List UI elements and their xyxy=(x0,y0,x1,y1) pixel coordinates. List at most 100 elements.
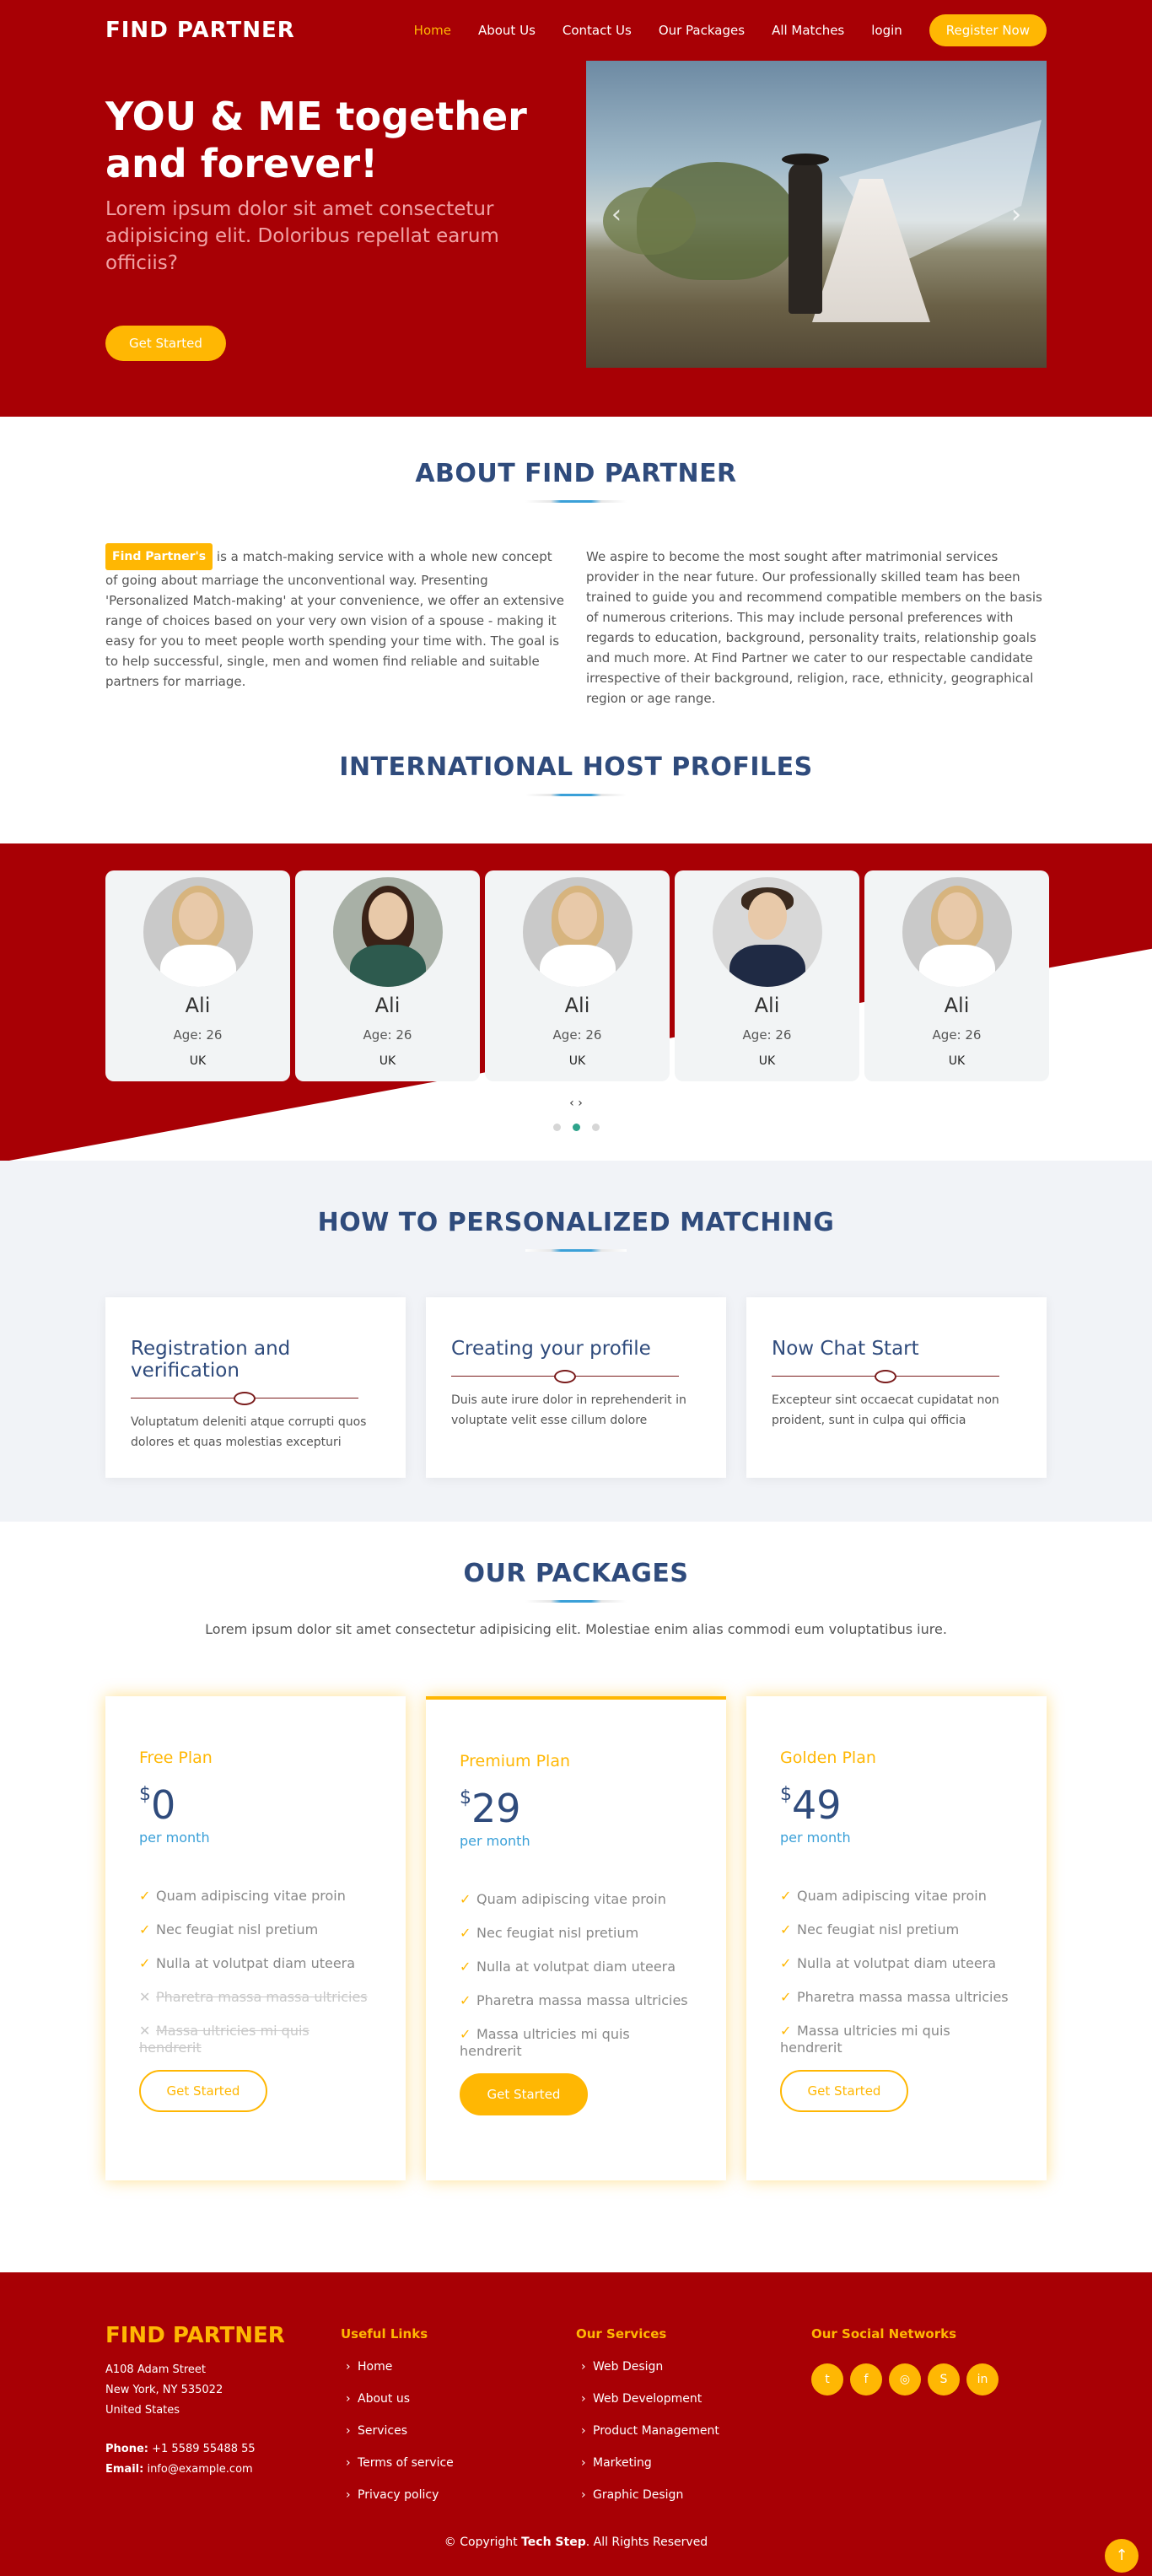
currency-symbol: $ xyxy=(139,1784,151,1805)
footer-link[interactable]: › Services xyxy=(341,2424,576,2456)
currency-symbol: $ xyxy=(780,1784,792,1805)
plan-get-started-button[interactable]: Get Started xyxy=(139,2070,267,2112)
about-left-body: is a match-making service with a whole n… xyxy=(105,549,564,689)
chevron-right-icon: › xyxy=(346,2456,351,2470)
profile-avatar xyxy=(902,877,1012,987)
footer-link[interactable]: › Graphic Design xyxy=(576,2488,811,2520)
price-value: 29 xyxy=(471,1786,521,1831)
profile-name: Ali xyxy=(374,994,401,1017)
footer-heading: Our Social Networks xyxy=(811,2326,957,2342)
twitter-icon[interactable]: t xyxy=(811,2363,843,2395)
plan-get-started-button[interactable]: Get Started xyxy=(460,2073,588,2115)
instagram-icon[interactable]: ◎ xyxy=(889,2363,921,2395)
nav-our-packages[interactable]: Our Packages xyxy=(659,23,745,38)
about-right-text: We aspire to become the most sought afte… xyxy=(586,549,1042,706)
hero-text: YOU & ME together and forever! Lorem ips… xyxy=(105,93,578,361)
slider-next-icon[interactable]: › xyxy=(1011,200,1021,229)
profile-card[interactable]: Ali Age: 26 UK xyxy=(485,870,670,1081)
footer-link[interactable]: › About us xyxy=(341,2392,576,2424)
footer-link[interactable]: › Web Design xyxy=(576,2360,811,2392)
feature-list: ✓ Quam adipiscing vitae proin ✓ Nec feugia… xyxy=(460,1891,692,2060)
footer-link[interactable]: › Marketing xyxy=(576,2456,811,2488)
profile-card[interactable]: Ali Age: 26 UK xyxy=(295,870,480,1081)
profile-age: Age: 26 xyxy=(363,1027,412,1043)
slider-prev-icon[interactable]: ‹ xyxy=(611,200,622,229)
profile-card[interactable]: Ali Age: 26 UK xyxy=(864,870,1049,1081)
footer-link[interactable]: › Web Development xyxy=(576,2392,811,2424)
profile-country: UK xyxy=(379,1054,396,1068)
plan-period: per month xyxy=(460,1833,530,1849)
packages-title: OUR PACKAGES xyxy=(463,1559,689,1588)
copyright: © Copyright Tech Step. All Rights Reserv… xyxy=(444,2536,708,2549)
profile-card[interactable]: Ali Age: 26 UK xyxy=(675,870,859,1081)
footer-link[interactable]: › Product Management xyxy=(576,2424,811,2456)
footer-link[interactable]: › Terms of service xyxy=(341,2456,576,2488)
step-title: Registration and verification xyxy=(131,1338,291,1382)
profile-avatar xyxy=(332,877,443,987)
back-to-top-icon[interactable]: ↑ xyxy=(1105,2539,1139,2573)
linkedin-icon[interactable]: in xyxy=(966,2363,999,2395)
ornament-divider xyxy=(451,1368,701,1385)
title-divider xyxy=(525,794,627,796)
title-divider xyxy=(525,1249,627,1252)
chevron-right-icon: › xyxy=(346,2360,351,2374)
feature-item: ✓ Nec feugiat nisl pretium xyxy=(780,1921,960,1937)
footer-contact: Phone: +1 5589 55488 55 Email: info@exam… xyxy=(105,2443,256,2476)
site-footer: FIND PARTNER A108 Adam Street New York, … xyxy=(0,2272,1152,2576)
carousel-dot[interactable] xyxy=(552,1124,561,1131)
facebook-icon[interactable]: f xyxy=(850,2363,882,2395)
hero-slider-image: ‹ › xyxy=(586,61,1047,368)
plan-price: $49 xyxy=(780,1782,1013,1828)
chevron-right-icon: › xyxy=(581,2360,586,2374)
plan-name: Free Plan xyxy=(139,1749,213,1767)
step-text: Voluptatum deleniti atque corrupti quos … xyxy=(131,1415,367,1449)
nav-all-matches[interactable]: All Matches xyxy=(772,23,844,38)
profile-country: UK xyxy=(948,1054,966,1068)
feature-item: ✓ Massa ultricies mi quis hendrerit xyxy=(780,2023,950,2056)
footer-about: FIND PARTNER A108 Adam Street New York, … xyxy=(105,2323,341,2520)
nav-home[interactable]: Home xyxy=(414,23,451,38)
nav-contact-us[interactable]: Contact Us xyxy=(563,23,632,38)
nav-about-us[interactable]: About Us xyxy=(478,23,536,38)
chevron-right-icon: › xyxy=(581,2424,586,2438)
register-now-button[interactable]: Register Now xyxy=(929,14,1047,46)
footer-phone[interactable]: +1 5589 55488 55 xyxy=(152,2443,256,2455)
profile-age: Age: 26 xyxy=(742,1027,792,1043)
about-title: ABOUT FIND PARTNER xyxy=(415,459,737,488)
footer-logo[interactable]: FIND PARTNER xyxy=(105,2323,341,2348)
carousel-arrows[interactable]: ‹ › xyxy=(0,1097,1152,1110)
plan-get-started-button[interactable]: Get Started xyxy=(780,2070,908,2112)
step-text: Excepteur sint occaecat cupidatat non pr… xyxy=(772,1393,999,1427)
footer-link[interactable]: › Home xyxy=(341,2360,576,2392)
footer-link[interactable]: › Privacy policy xyxy=(341,2488,576,2520)
feature-item: ✓ Quam adipiscing vitae proin xyxy=(460,1891,666,1907)
ornament-divider xyxy=(772,1368,1021,1385)
site-logo[interactable]: FIND PARTNER xyxy=(105,18,295,43)
hero-get-started-button[interactable]: Get Started xyxy=(105,326,226,361)
profile-card[interactable]: Ali Age: 26 UK xyxy=(105,870,290,1081)
check-icon: ✓ xyxy=(460,1891,471,1907)
profile-name: Ali xyxy=(564,994,590,1017)
profile-name: Ali xyxy=(754,994,780,1017)
footer-useful-links: Useful Links › Home › About us › Services ›… xyxy=(341,2323,576,2520)
footer-email[interactable]: info@example.com xyxy=(147,2463,252,2476)
packages-section: OUR PACKAGES Lorem ipsum dolor sit amet … xyxy=(0,1522,1152,2180)
profile-avatar xyxy=(522,877,633,987)
check-icon: ✓ xyxy=(780,2023,792,2039)
chevron-right-icon: › xyxy=(581,2488,586,2502)
carousel-dot-active[interactable] xyxy=(572,1124,580,1131)
feature-item: ✓ Pharetra massa massa ultricies xyxy=(780,1989,1009,2005)
carousel-dot[interactable] xyxy=(591,1124,600,1131)
check-icon: ✓ xyxy=(460,2026,471,2042)
profiles-carousel: Ali Age: 26 UK Ali Age: 26 UK Ali Age: 2… xyxy=(105,870,1049,1081)
skype-icon[interactable]: S xyxy=(928,2363,960,2395)
packages-subtitle: Lorem ipsum dolor sit amet consectetur a… xyxy=(205,1621,947,1637)
ornament-divider xyxy=(131,1390,380,1407)
profiles-title: INTERNATIONAL HOST PROFILES xyxy=(339,752,813,782)
feature-list: ✓ Quam adipiscing vitae proin ✓ Nec feugia… xyxy=(780,1888,1013,2056)
step-card: Now Chat Start Excepteur sint occaecat c… xyxy=(746,1297,1047,1478)
cross-icon: ✕ xyxy=(139,1989,151,2005)
check-icon: ✓ xyxy=(139,1888,151,1904)
nav-login[interactable]: login xyxy=(871,23,902,38)
feature-item: ✓ Massa ultricies mi quis hendrerit xyxy=(460,2026,630,2059)
